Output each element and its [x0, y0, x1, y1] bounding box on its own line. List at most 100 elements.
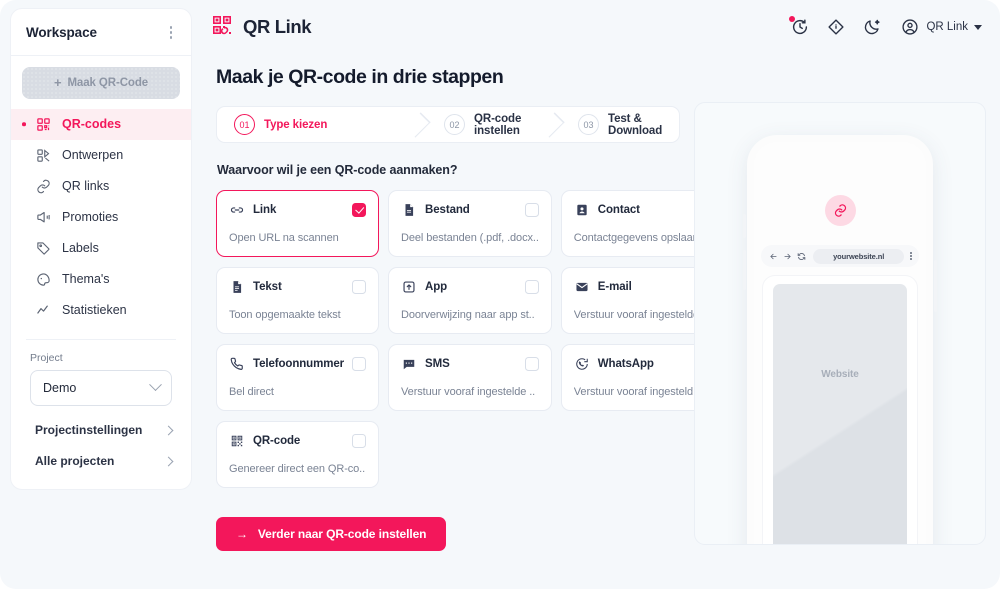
chevron-down-icon [149, 378, 162, 392]
page-title: Maak je QR-code in drie stappen [216, 66, 504, 88]
step-number: 01 [234, 114, 255, 135]
option-checkbox[interactable] [352, 434, 367, 448]
option-description: Deel bestanden (.pdf, .docx.. [401, 232, 539, 244]
option-checkbox[interactable] [524, 280, 539, 294]
option-title: E-mail [597, 281, 632, 293]
step-label: Test & Download [608, 112, 663, 137]
arrow-left-icon[interactable] [769, 252, 778, 261]
all-projects-link[interactable]: Alle projecten [11, 446, 191, 477]
create-qr-code-label: Maak QR-Code [67, 76, 149, 89]
sidebar-item-themas[interactable]: Thema's [11, 264, 191, 295]
project-settings-label: Projectinstellingen [35, 423, 143, 437]
sidebar-item-statistieken[interactable]: Statistieken [11, 295, 191, 326]
option-description: Verstuur vooraf ingesteld .. [573, 386, 702, 398]
option-card-bestand[interactable]: Bestand Deel bestanden (.pdf, .docx.. [388, 190, 552, 257]
wizard-column: Maak je QR-code in drie stappen 01 Type … [214, 54, 721, 579]
option-title: Telefoonnummer [253, 358, 345, 370]
chevron-down-icon [974, 24, 982, 30]
app-store-icon [401, 279, 417, 295]
qr-code-icon [35, 116, 51, 132]
brand[interactable]: QR Link [210, 13, 312, 42]
option-title: Link [253, 204, 277, 216]
option-checkbox[interactable] [524, 203, 539, 217]
url-text[interactable]: yourwebsite.nl [813, 248, 905, 264]
sidebar-item-label: Thema's [62, 272, 110, 286]
sidebar-card: Workspace + Maak QR-Code QR-codes Ontwer… [10, 8, 192, 490]
project-select[interactable]: Demo [30, 369, 172, 406]
step-1-type-kiezen[interactable]: 01 Type kiezen [217, 107, 411, 142]
option-checkbox[interactable] [524, 357, 539, 371]
option-checkbox[interactable] [352, 203, 367, 217]
option-title: Contact [597, 204, 640, 216]
option-card-sms[interactable]: SMS Verstuur vooraf ingestelde .. [388, 344, 552, 411]
whatsapp-icon [574, 356, 590, 372]
dark-mode-moon-icon[interactable] [862, 17, 882, 37]
kebab-menu-icon[interactable] [909, 251, 912, 261]
step-3-test-download[interactable]: 03 Test & Download [561, 107, 679, 142]
chart-line-icon [35, 302, 51, 318]
option-description: Verstuur vooraf ingestelde .. [401, 386, 536, 398]
browser-url-bar: yourwebsite.nl [761, 245, 919, 267]
sidebar-item-ontwerpen[interactable]: Ontwerpen [11, 140, 191, 171]
option-card-telefoonnummer[interactable]: Telefoonnummer Bel direct [216, 344, 380, 411]
option-card-tekst[interactable]: Tekst Toon opgemaakte tekst [216, 267, 380, 334]
arrow-right-icon[interactable] [783, 252, 792, 261]
option-description: Toon opgemaakte tekst [229, 309, 341, 321]
phone-preview-panel: yourwebsite.nl Website [694, 102, 986, 545]
brand-title: QR Link [243, 16, 312, 37]
option-checkbox[interactable] [352, 280, 367, 294]
option-description: Genereer direct een QR-co.. [229, 463, 366, 475]
website-placeholder: Website [773, 284, 907, 544]
workspace-header: Workspace [11, 9, 191, 56]
wizard-stepper: 01 Type kiezen 02 QR-code instellen 03 T… [216, 106, 680, 143]
plus-icon: + [53, 75, 62, 90]
design-grid-icon [35, 147, 51, 163]
step-label: QR-code instellen [474, 112, 522, 137]
topbar-icons: QR Link [789, 16, 982, 37]
kebab-menu-icon[interactable] [165, 23, 178, 42]
continue-button[interactable]: → Verder naar QR-code instellen [216, 517, 447, 551]
option-checkbox[interactable] [352, 357, 367, 371]
sidebar-item-label: Labels [62, 241, 99, 255]
sidebar-item-qr-links[interactable]: QR links [11, 171, 191, 202]
sidebar-item-label: QR-codes [62, 117, 122, 131]
option-description: Open URL na scannen [229, 232, 339, 244]
step-2-qr-code-instellen[interactable]: 02 QR-code instellen [427, 107, 545, 142]
app-window: Workspace + Maak QR-Code QR-codes Ontwer… [0, 0, 1000, 589]
sidebar-item-promoties[interactable]: Promoties [11, 202, 191, 233]
content-area: Maak je QR-code in drie stappen 01 Type … [200, 54, 1000, 589]
link-icon [229, 202, 245, 218]
link-icon [35, 178, 51, 194]
sidebar-item-qr-codes[interactable]: QR-codes [11, 108, 191, 140]
option-card-qr-code[interactable]: QR-code Genereer direct een QR-co.. [216, 421, 380, 488]
refresh-icon[interactable] [797, 252, 806, 261]
project-settings-link[interactable]: Projectinstellingen [11, 415, 191, 446]
workspace-title: Workspace [26, 24, 97, 40]
help-diamond-icon[interactable] [826, 17, 846, 37]
continue-button-label: Verder naar QR-code instellen [257, 527, 427, 541]
phone-mockup: yourwebsite.nl Website [743, 135, 937, 544]
step-number: 03 [578, 114, 600, 135]
option-title: QR-code [253, 435, 301, 447]
user-menu[interactable]: QR Link [900, 17, 982, 37]
text-document-icon [229, 279, 245, 295]
megaphone-icon [35, 209, 51, 225]
sidebar-item-labels[interactable]: Labels [11, 233, 191, 264]
option-description: Bel direct [229, 386, 274, 398]
account-circle-icon [900, 17, 920, 37]
create-qr-code-button[interactable]: + Maak QR-Code [22, 66, 180, 99]
step-separator-icon [545, 107, 561, 142]
history-clock-icon[interactable] [789, 16, 810, 37]
option-title: Bestand [425, 204, 470, 216]
option-description: Verstuur vooraf ingestelde .. [573, 309, 708, 321]
sidebar-item-label: QR links [62, 179, 110, 193]
phone-screen: Website [762, 275, 918, 544]
topbar: QR Link QR Link [200, 0, 1000, 54]
option-card-link[interactable]: Link Open URL na scannen [216, 190, 380, 257]
contact-card-icon [574, 202, 590, 218]
phone-side-button [934, 260, 937, 312]
option-title: Tekst [253, 281, 282, 293]
option-title: SMS [425, 358, 450, 370]
option-card-app[interactable]: App Doorverwijzing naar app st.. [388, 267, 552, 334]
qr-code-icon [229, 433, 245, 449]
